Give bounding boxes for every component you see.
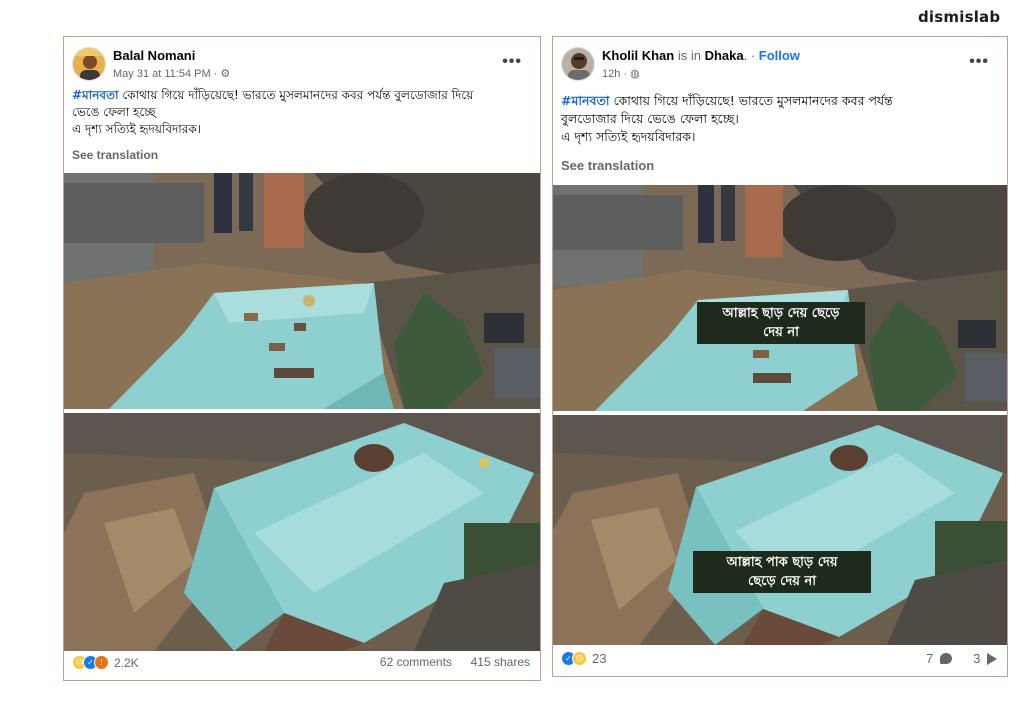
hashtag-link[interactable]: #মানবতা: [561, 93, 609, 108]
reaction-count: 2.2K: [114, 655, 139, 670]
video-frame-bottom: আল্লাহ পাক ছাড় দেয় ছেড়ে দেয় না: [553, 415, 1007, 645]
reactions-summary[interactable]: ✓ ☹ 23: [561, 651, 606, 666]
video-frame-top: [64, 173, 540, 409]
post-meta: May 31 at 11:54 PM · ⚙: [113, 68, 231, 80]
facebook-post-right: Kholil Khan is in Dhaka. · Follow 12h · …: [552, 36, 1008, 677]
avatar[interactable]: [72, 47, 106, 81]
engagement-counts: 7 3: [926, 651, 997, 666]
sad-reaction-icon: ☹: [572, 651, 587, 666]
video-frame-bottom: [64, 413, 540, 651]
shares-count[interactable]: 415 shares: [471, 655, 530, 669]
more-options-button[interactable]: •••: [969, 53, 989, 71]
author-line: Balal Nomani: [113, 48, 195, 63]
see-translation-link[interactable]: See translation: [561, 158, 654, 173]
post-text: #মানবতা কোথায় গিয়ে দাঁড়িয়েছে! ভারতে …: [561, 93, 893, 144]
comment-icon[interactable]: [939, 653, 952, 664]
post-meta: 12h · ◍: [602, 68, 640, 80]
brand-logo: dismislab: [918, 8, 1001, 26]
video-frame-top: আল্লাহ ছাড় দেয় ছেড়ে দেয় না: [553, 185, 1007, 411]
post-timestamp[interactable]: May 31 at 11:54 PM: [113, 68, 211, 80]
video-caption-bottom: আল্লাহ পাক ছাড় দেয় ছেড়ে দেয় না: [693, 551, 871, 593]
reactions-summary[interactable]: ☹ ✓ ! 2.2K: [72, 655, 139, 670]
hashtag-link[interactable]: #মানবতা: [72, 88, 119, 102]
avatar[interactable]: [561, 47, 595, 81]
gear-icon: ⚙: [220, 68, 231, 80]
post-footer: ✓ ☹ 23 7 3: [561, 648, 999, 670]
more-options-button[interactable]: •••: [502, 53, 522, 71]
post-timestamp[interactable]: 12h: [602, 68, 620, 80]
comments-count[interactable]: 7: [926, 651, 933, 666]
see-translation-link[interactable]: See translation: [72, 148, 158, 162]
angry-reaction-icon: !: [94, 655, 109, 670]
post-header: Kholil Khan is in Dhaka. · Follow 12h · …: [561, 45, 999, 85]
facebook-post-left: Balal Nomani May 31 at 11:54 PM · ⚙ ••• …: [63, 36, 541, 681]
engagement-counts: 62 comments 415 shares: [380, 655, 530, 669]
video-caption-top: আল্লাহ ছাড় দেয় ছেড়ে দেয় না: [697, 302, 865, 344]
author-name[interactable]: Balal Nomani: [113, 48, 195, 63]
post-video[interactable]: আল্লাহ ছাড় দেয় ছেড়ে দেয় না আল্লাহ পা…: [553, 185, 1007, 645]
share-icon[interactable]: [987, 653, 997, 665]
follow-button[interactable]: Follow: [759, 48, 800, 63]
post-text: #মানবতা কোথায় গিয়ে দাঁড়িয়েছে! ভারতে …: [72, 88, 474, 136]
shares-count[interactable]: 3: [973, 651, 980, 666]
reaction-count: 23: [592, 651, 607, 666]
post-footer: ☹ ✓ ! 2.2K 62 comments 415 shares: [72, 652, 532, 674]
globe-icon: ◍: [630, 68, 640, 80]
author-name[interactable]: Kholil Khan: [602, 48, 674, 63]
post-header: Balal Nomani May 31 at 11:54 PM · ⚙ •••: [72, 45, 532, 85]
post-video[interactable]: [64, 173, 540, 651]
comments-count[interactable]: 62 comments: [380, 655, 452, 669]
author-line: Kholil Khan is in Dhaka. · Follow: [602, 48, 800, 63]
location-link[interactable]: Dhaka: [705, 48, 744, 63]
